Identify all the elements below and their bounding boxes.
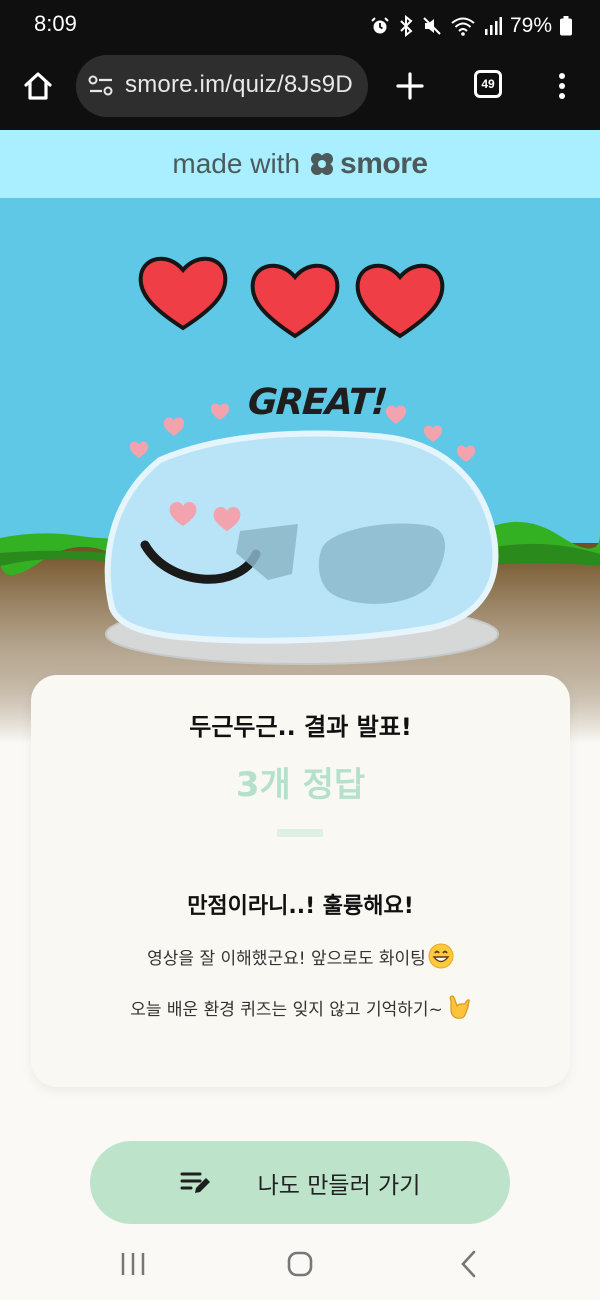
result-title: 만점이라니..! 훌륭해요! bbox=[187, 894, 414, 919]
url-text: smore.im/quiz/8Js9D bbox=[125, 71, 353, 98]
new-tab-button[interactable] bbox=[392, 66, 428, 106]
result-description-2-text: 오늘 배운 환경 퀴즈는 잊지 않고 기억하기~ bbox=[130, 999, 443, 1020]
score-divider bbox=[277, 829, 323, 837]
result-description-2: 오늘 배운 환경 퀴즈는 잊지 않고 기억하기~ bbox=[31, 993, 570, 1021]
result-description-1-text: 영상을 잘 이해했군요! 앞으로도 화이팅 bbox=[147, 948, 426, 969]
more-menu-button[interactable] bbox=[552, 70, 572, 104]
browser-toolbar: smore.im/quiz/8Js9D 49 bbox=[0, 52, 600, 130]
make-my-own-button[interactable]: 나도 만들러 가기 bbox=[90, 1141, 510, 1224]
tab-switcher-button[interactable]: 49 bbox=[474, 70, 502, 98]
system-nav-bar bbox=[0, 1226, 600, 1300]
recents-icon[interactable] bbox=[119, 1252, 147, 1276]
home-nav-icon[interactable] bbox=[286, 1250, 314, 1278]
back-icon[interactable] bbox=[458, 1250, 480, 1278]
signal-icon bbox=[484, 17, 502, 35]
battery-percent: 79% bbox=[509, 14, 552, 37]
status-icons: 79% bbox=[370, 12, 572, 40]
make-my-own-label: 나도 만들러 가기 bbox=[257, 1172, 421, 1199]
smore-wordmark: smore bbox=[340, 147, 428, 180]
more-vert-icon bbox=[559, 73, 565, 99]
battery-icon bbox=[560, 16, 572, 36]
status-time: 8:09 bbox=[34, 11, 77, 36]
mute-icon bbox=[423, 17, 441, 35]
made-with-smore-banner[interactable]: made with smore bbox=[0, 130, 600, 198]
result-heading: 두근두근.. 결과 발표! bbox=[189, 713, 412, 741]
address-bar[interactable]: smore.im/quiz/8Js9D bbox=[76, 55, 368, 117]
alarm-icon bbox=[371, 17, 389, 34]
grinning-face-icon bbox=[428, 943, 454, 969]
plus-icon bbox=[396, 72, 424, 100]
edit-list-icon bbox=[180, 1172, 210, 1193]
smore-logo-icon bbox=[311, 153, 334, 175]
made-with-label: made with bbox=[172, 148, 301, 179]
great-label: GREAT! bbox=[246, 382, 388, 423]
home-button[interactable] bbox=[18, 66, 58, 106]
smore-logo: smore bbox=[308, 147, 428, 181]
call-me-hand-icon bbox=[449, 995, 470, 1019]
result-illustration: GREAT! bbox=[0, 198, 600, 743]
result-card: 두근두근.. 결과 발표! 3개 정답 만점이라니..! 훌륭해요! 영상을 잘… bbox=[31, 675, 570, 1087]
result-description-1: 영상을 잘 이해했군요! 앞으로도 화이팅 bbox=[31, 943, 570, 969]
site-settings-icon[interactable] bbox=[88, 75, 114, 97]
status-bar: 8:09 79% bbox=[0, 0, 600, 52]
wifi-icon bbox=[451, 17, 475, 36]
score-text: 3개 정답 bbox=[235, 765, 366, 805]
result-scene-graphic bbox=[0, 198, 600, 743]
bluetooth-icon bbox=[400, 15, 413, 37]
home-icon bbox=[24, 72, 52, 100]
